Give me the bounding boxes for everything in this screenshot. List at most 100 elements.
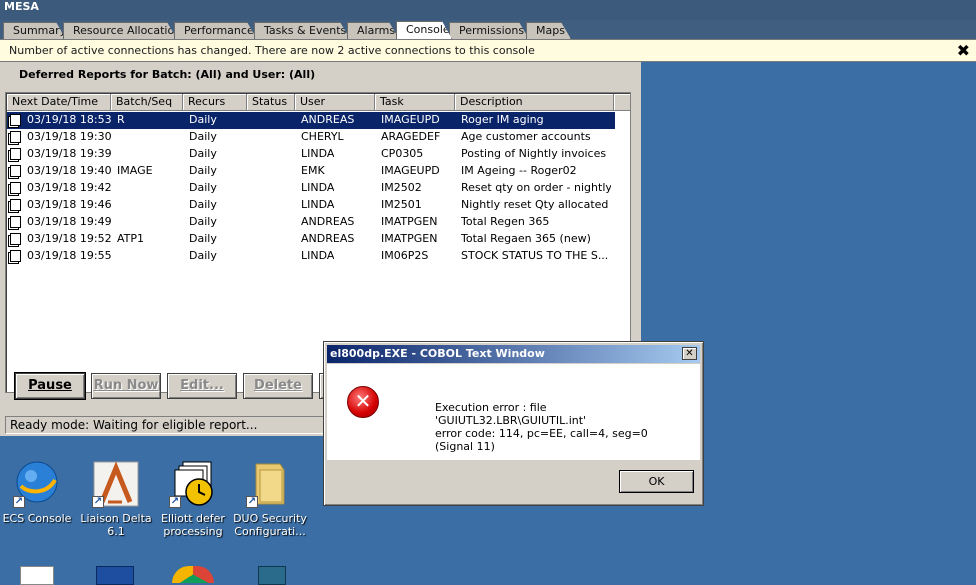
dialog-close-icon[interactable]: ✕ [682,347,697,360]
cell-task: IMAGEUPD [381,113,440,126]
tab-strip: Summary Resource Allocation Performance … [0,20,976,39]
table-row[interactable]: 03/19/18 19:40 IMAGE Daily EMK IMAGEUPD IM Ag… [7,163,615,180]
desktop-icon-label: ECS Console [2,512,72,525]
cell-task: IMAGEUPD [381,164,440,177]
table-row[interactable]: 03/19/18 19:46 Daily LINDA IM2501 Nightly re… [7,197,615,214]
table-row[interactable]: 03/19/18 19:55 Daily LINDA IM06P2S STOCK STA… [7,248,615,265]
table-row[interactable]: 03/19/18 19:52 ATP1 Daily ANDREAS IMATPGEN To… [7,231,615,248]
dialog-title-bar[interactable]: el800dp.EXE - COBOL Text Window ✕ [327,345,700,363]
table-row[interactable]: 03/19/18 18:53 R Daily ANDREAS IMAGEUPD Roger… [7,112,615,129]
panel-heading: Deferred Reports for Batch: (All) and Us… [19,68,316,81]
column-header-recurs[interactable]: Recurs [183,94,247,111]
desktop-icon-liaison-delta[interactable]: ↗ Liaison Delta 6.1 [79,460,153,538]
partial-chrome-icon[interactable] [172,566,214,583]
ok-button[interactable]: OK [619,470,694,493]
cell-recurs: Daily [189,113,217,126]
column-header-user[interactable]: User [295,94,375,111]
tab-console[interactable]: Console [396,21,452,39]
cell-recurs: Daily [189,215,217,228]
table-row[interactable]: 03/19/18 19:42 Daily LINDA IM2502 Reset qty … [7,180,615,197]
desktop-icon-duo-security[interactable]: ↗ DUO Security Configurati... [233,460,307,538]
cell-user: LINDA [301,249,335,262]
close-notification-icon[interactable]: ✖ [957,40,970,61]
cell-task: ARAGEDEF [381,130,441,143]
desktop-icon-label: DUO Security Configurati... [233,512,307,538]
tab-performance[interactable]: Performance [174,22,257,39]
tab-maps[interactable]: Maps [526,22,571,39]
error-message-line: Execution error : file 'GUIUTL32.LBR\GUI… [435,401,587,427]
cell-user: LINDA [301,181,335,194]
run-now-button[interactable]: Run Now [91,373,161,399]
cell-user: CHERYL [301,130,344,143]
cell-datetime: 03/19/18 19:42 [27,181,112,194]
column-header-batch-seq[interactable]: Batch/Seq [111,94,183,111]
cell-batch: ATP1 [117,232,145,245]
app-title: MESA [4,0,39,13]
pause-button[interactable]: Pause [14,372,86,400]
tab-alarms[interactable]: Alarms [347,22,399,39]
document-icon [10,216,21,228]
document-icon [10,233,21,245]
cell-datetime: 03/19/18 19:49 [27,215,112,228]
cell-description: Age customer accounts [461,130,591,143]
cell-recurs: Daily [189,232,217,245]
tab-permissions[interactable]: Permissions [449,22,529,39]
tab-resource-allocation[interactable]: Resource Allocation [63,22,177,39]
table-row[interactable]: 03/19/18 19:30 Daily CHERYL ARAGEDEF Age cus… [7,129,615,146]
tab-summary[interactable]: Summary [3,22,66,39]
error-message-line: (Signal 11) [435,440,495,453]
desktop-icon-label: Elliott defer processing [161,512,225,538]
cell-description: STOCK STATUS TO THE S... [461,249,609,262]
shortcut-arrow-icon: ↗ [92,496,104,508]
shortcut-arrow-icon: ↗ [169,496,181,508]
cell-description: Reset qty on order - nightly [461,181,611,194]
cell-datetime: 03/19/18 19:46 [27,198,112,211]
cell-datetime: 03/19/18 19:39 [27,147,112,160]
cell-datetime: 03/19/18 19:52 [27,232,112,245]
notification-bar: Number of active connections has changed… [0,39,976,62]
document-icon [10,131,21,143]
document-icon [10,250,21,262]
cell-datetime: 03/19/18 19:30 [27,130,112,143]
cell-user: LINDA [301,198,335,211]
cobol-error-dialog: el800dp.EXE - COBOL Text Window ✕ ✕ Exec… [323,341,704,506]
cell-task: IMATPGEN [381,215,438,228]
delta-icon: ↗ [92,460,140,508]
partial-computer-icon[interactable] [96,566,134,585]
column-header-next-datetime[interactable]: Next Date/Time [7,94,111,111]
column-header-description[interactable]: Description [455,94,614,111]
cell-datetime: 03/19/18 19:55 [27,249,112,262]
delete-button[interactable]: Delete [243,373,313,399]
column-header-task[interactable]: Task [375,94,455,111]
column-header-filler [614,94,630,111]
cell-user: ANDREAS [301,215,355,228]
globe-icon: ↗ [13,460,61,508]
desktop-icon-elliott-defer[interactable]: ↗ Elliott defer processing [156,460,230,538]
tab-tasks-events[interactable]: Tasks & Events [254,22,350,39]
cell-task: IMATPGEN [381,232,438,245]
list-header: Next Date/Time Batch/Seq Recurs Status U… [7,94,630,111]
cell-recurs: Daily [189,181,217,194]
cell-recurs: Daily [189,198,217,211]
cell-batch: IMAGE [117,164,153,177]
error-message-line: error code: 114, pc=EE, call=4, seg=0 [435,427,648,440]
cell-description: Posting of Nightly invoices [461,147,607,160]
dialog-title: el800dp.EXE - COBOL Text Window [330,347,545,360]
column-header-status[interactable]: Status [247,94,295,111]
cell-recurs: Daily [189,147,217,160]
table-row[interactable]: 03/19/18 19:39 Daily LINDA CP0305 Posting of… [7,146,615,163]
cell-description: Nightly reset Qty allocated [461,198,609,211]
clock-documents-icon: ↗ [169,460,217,508]
desktop-icon-ecs-console[interactable]: ↗ ECS Console [0,460,74,525]
error-message: Execution error : file 'GUIUTL32.LBR\GUI… [435,401,700,453]
partial-app-icon[interactable] [258,566,286,585]
table-row[interactable]: 03/19/18 19:49 Daily ANDREAS IMATPGEN Total … [7,214,615,231]
cell-user: EMK [301,164,325,177]
error-icon: ✕ [347,386,379,418]
document-icon [10,199,21,211]
cell-task: IM2501 [381,198,422,211]
partial-document-icon[interactable] [20,566,54,585]
cell-description: Total Regen 365 [461,215,550,228]
edit-button[interactable]: Edit... [167,373,237,399]
cell-description: Total Regaen 365 (new) [461,232,591,245]
